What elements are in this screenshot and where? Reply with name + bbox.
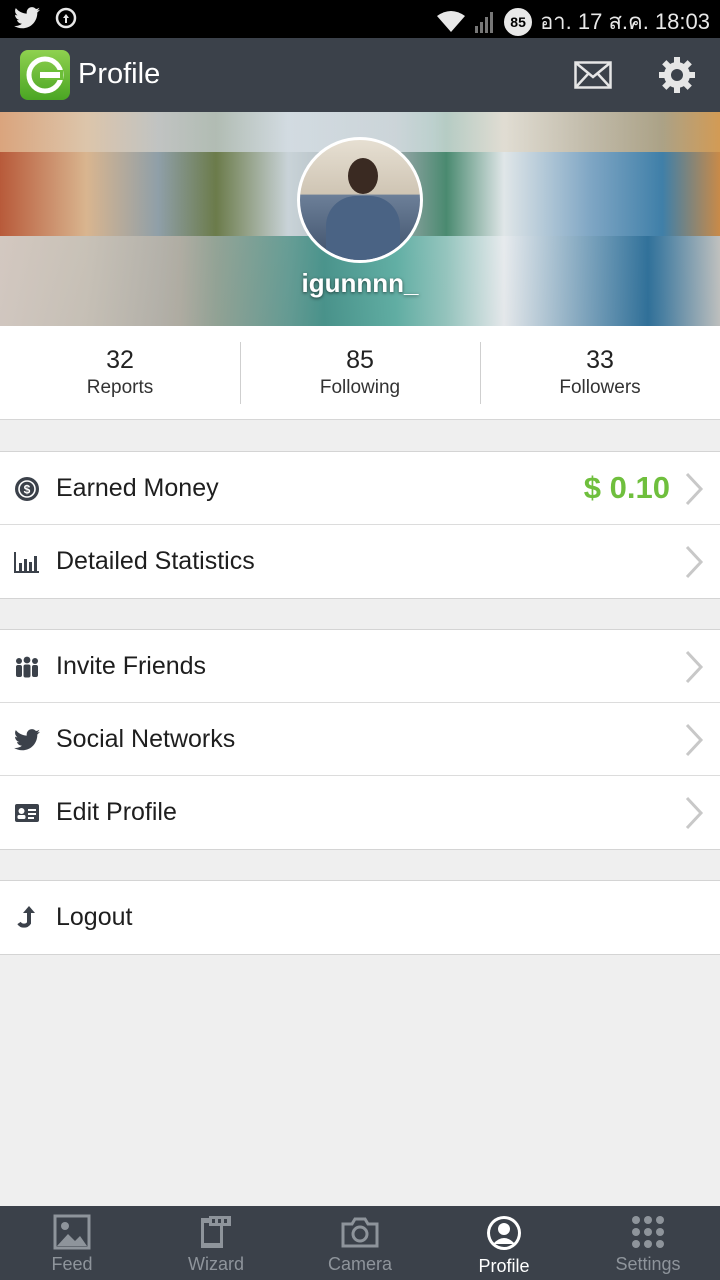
edit-profile-label: Edit Profile <box>56 798 177 826</box>
sync-icon <box>55 7 77 29</box>
stat-value: 85 <box>346 345 374 374</box>
invite-friends-row[interactable]: Invite Friends <box>0 630 720 703</box>
earned-money-label: Earned Money <box>56 474 219 502</box>
dollar-coin-icon: $ <box>14 476 40 502</box>
menu-group-account: Logout <box>0 880 720 955</box>
page-title: Profile <box>78 58 161 90</box>
svg-text:$: $ <box>24 483 31 497</box>
mail-icon[interactable] <box>574 61 612 89</box>
profile-username: igunnnn_ <box>301 268 419 298</box>
status-bar: 85 อา. 17 ส.ค. 18:03 <box>0 0 720 38</box>
twitter-bird-icon <box>14 727 40 753</box>
wifi-icon <box>437 10 466 32</box>
stat-label: Following <box>319 376 401 398</box>
stat-following[interactable]: 85 Following <box>240 326 480 419</box>
stat-value: 32 <box>106 345 134 374</box>
tab-wizard[interactable]: Wizard <box>144 1206 288 1280</box>
invite-friends-label: Invite Friends <box>56 652 207 680</box>
id-card-icon <box>14 800 40 826</box>
app-logo <box>20 50 70 100</box>
chevron-right-icon <box>685 545 704 579</box>
tab-settings[interactable]: Settings <box>576 1206 720 1280</box>
logout-label: Logout <box>56 903 133 931</box>
stat-label: Followers <box>559 376 641 398</box>
tab-feed[interactable]: Feed <box>0 1206 144 1280</box>
detailed-statistics-row[interactable]: Detailed Statistics <box>0 525 720 598</box>
film-icon <box>201 1216 231 1248</box>
image-icon <box>53 1214 91 1250</box>
dots-grid-icon <box>632 1216 664 1248</box>
battery-icon: 85 <box>504 7 533 36</box>
tab-label: Wizard <box>187 1254 244 1274</box>
people-icon <box>14 654 40 680</box>
tab-profile[interactable]: Profile <box>432 1206 576 1280</box>
tab-label: Feed <box>51 1254 93 1274</box>
user-icon <box>487 1216 521 1250</box>
twitter-icon <box>14 7 40 29</box>
stat-followers[interactable]: 33 Followers <box>480 326 720 419</box>
earned-money-value: $ 0.10 <box>583 470 670 505</box>
tab-camera[interactable]: Camera <box>288 1206 432 1280</box>
edit-profile-row[interactable]: Edit Profile <box>0 776 720 849</box>
gear-icon[interactable] <box>658 56 696 94</box>
avatar[interactable] <box>297 137 423 263</box>
chevron-right-icon <box>685 472 704 506</box>
logout-row[interactable]: Logout <box>0 881 720 954</box>
chevron-right-icon <box>685 650 704 684</box>
chevron-right-icon <box>685 723 704 757</box>
menu-group-social: Invite Friends Social Networks Edit Prof… <box>0 629 720 850</box>
tab-label: Camera <box>327 1254 393 1274</box>
status-datetime: อา. 17 ส.ค. 18:03 <box>540 9 710 34</box>
social-networks-label: Social Networks <box>56 725 236 753</box>
chevron-right-icon <box>685 796 704 830</box>
bar-chart-icon <box>14 549 40 575</box>
stat-value: 33 <box>586 345 614 374</box>
tab-label: Profile <box>478 1256 530 1276</box>
menu-group-earnings: $ Earned Money $ 0.10 Detailed Statistic… <box>0 451 720 599</box>
bottom-nav: Feed Wizard Camera Profile Settings <box>0 1206 720 1280</box>
detailed-statistics-label: Detailed Statistics <box>56 547 255 575</box>
tab-label: Settings <box>615 1254 681 1274</box>
stat-reports[interactable]: 32 Reports <box>0 326 240 419</box>
app-bar: Profile <box>0 38 720 112</box>
camera-icon <box>341 1217 379 1248</box>
profile-stats: 32 Reports 85 Following 33 Followers <box>0 326 720 420</box>
earned-money-row[interactable]: $ Earned Money $ 0.10 <box>0 452 720 525</box>
stat-label: Reports <box>86 376 154 398</box>
social-networks-row[interactable]: Social Networks <box>0 703 720 776</box>
logout-arrow-icon <box>14 905 40 931</box>
signal-icon <box>475 11 494 33</box>
